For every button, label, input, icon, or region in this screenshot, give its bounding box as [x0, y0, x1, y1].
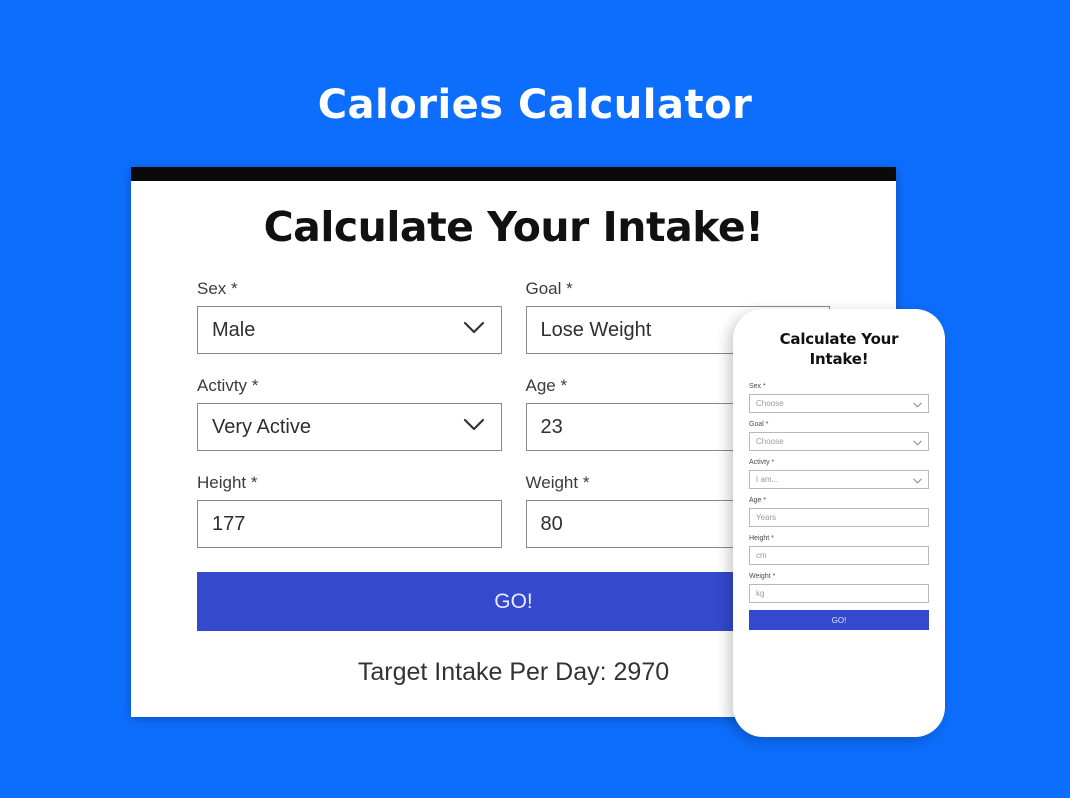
mobile-field-label-age: Age * — [749, 497, 767, 504]
mobile-input-value-weight: kg — [756, 589, 765, 598]
mobile-select-value-goal: Choose — [756, 437, 784, 446]
mobile-field-sex: Sex * Choose — [749, 382, 929, 413]
mobile-field-goal: Goal * Choose — [749, 420, 929, 451]
mobile-field-age: Age * Years — [749, 496, 929, 527]
input-value-weight: 80 — [540, 513, 563, 535]
select-value-activity: Very Active — [212, 416, 311, 438]
card-top-bar — [131, 167, 896, 181]
chevron-down-icon — [463, 418, 485, 436]
select-value-sex: Male — [212, 319, 256, 341]
chevron-down-icon — [913, 471, 922, 489]
field-activity: Activty * Very Active — [197, 376, 502, 451]
mobile-field-weight: Weight * kg — [749, 572, 929, 603]
mobile-field-label-height: Height * — [749, 535, 774, 542]
field-label-goal: Goal * — [525, 279, 573, 298]
mobile-input-value-age: Years — [756, 513, 777, 522]
select-sex[interactable]: Male — [197, 306, 502, 354]
input-value-height: 177 — [212, 513, 246, 535]
mobile-input-age[interactable]: Years — [749, 508, 929, 527]
mobile-field-label-goal: Goal * — [749, 421, 769, 428]
field-sex: Sex * Male — [197, 279, 502, 354]
mobile-select-value-sex: Choose — [756, 399, 784, 408]
input-value-age: 23 — [540, 416, 563, 438]
select-activity[interactable]: Very Active — [197, 403, 502, 451]
desktop-card-heading: Calculate Your Intake! — [263, 203, 764, 251]
field-label-height: Height * — [197, 473, 258, 492]
mobile-input-height[interactable]: cm — [749, 546, 929, 565]
mobile-input-weight[interactable]: kg — [749, 584, 929, 603]
mobile-preview-card: Calculate Your Intake! Sex * Choose Goal… — [733, 309, 945, 737]
input-height[interactable]: 177 — [197, 500, 502, 548]
mobile-input-value-height: cm — [756, 551, 767, 560]
mobile-select-value-activity: I am... — [756, 475, 779, 484]
mobile-card-heading: Calculate Your Intake! — [779, 330, 899, 368]
mobile-field-height: Height * cm — [749, 534, 929, 565]
chevron-down-icon — [913, 395, 922, 413]
mobile-field-label-activity: Activty * — [749, 459, 775, 466]
field-label-sex: Sex * — [197, 279, 238, 298]
mobile-select-activity[interactable]: I am... — [749, 470, 929, 489]
mobile-select-goal[interactable]: Choose — [749, 432, 929, 451]
mobile-field-activity: Activty * I am... — [749, 458, 929, 489]
page-title: Calories Calculator — [317, 82, 753, 128]
chevron-down-icon — [913, 433, 922, 451]
mobile-field-label-sex: Sex * — [749, 383, 766, 390]
select-value-goal: Lose Weight — [540, 319, 652, 341]
chevron-down-icon — [463, 321, 485, 339]
field-label-activity: Activty * — [197, 376, 259, 395]
mobile-go-button[interactable]: GO! — [749, 610, 929, 630]
mobile-field-label-weight: Weight * — [749, 573, 776, 580]
mobile-select-sex[interactable]: Choose — [749, 394, 929, 413]
field-height: Height * 177 — [197, 473, 502, 548]
